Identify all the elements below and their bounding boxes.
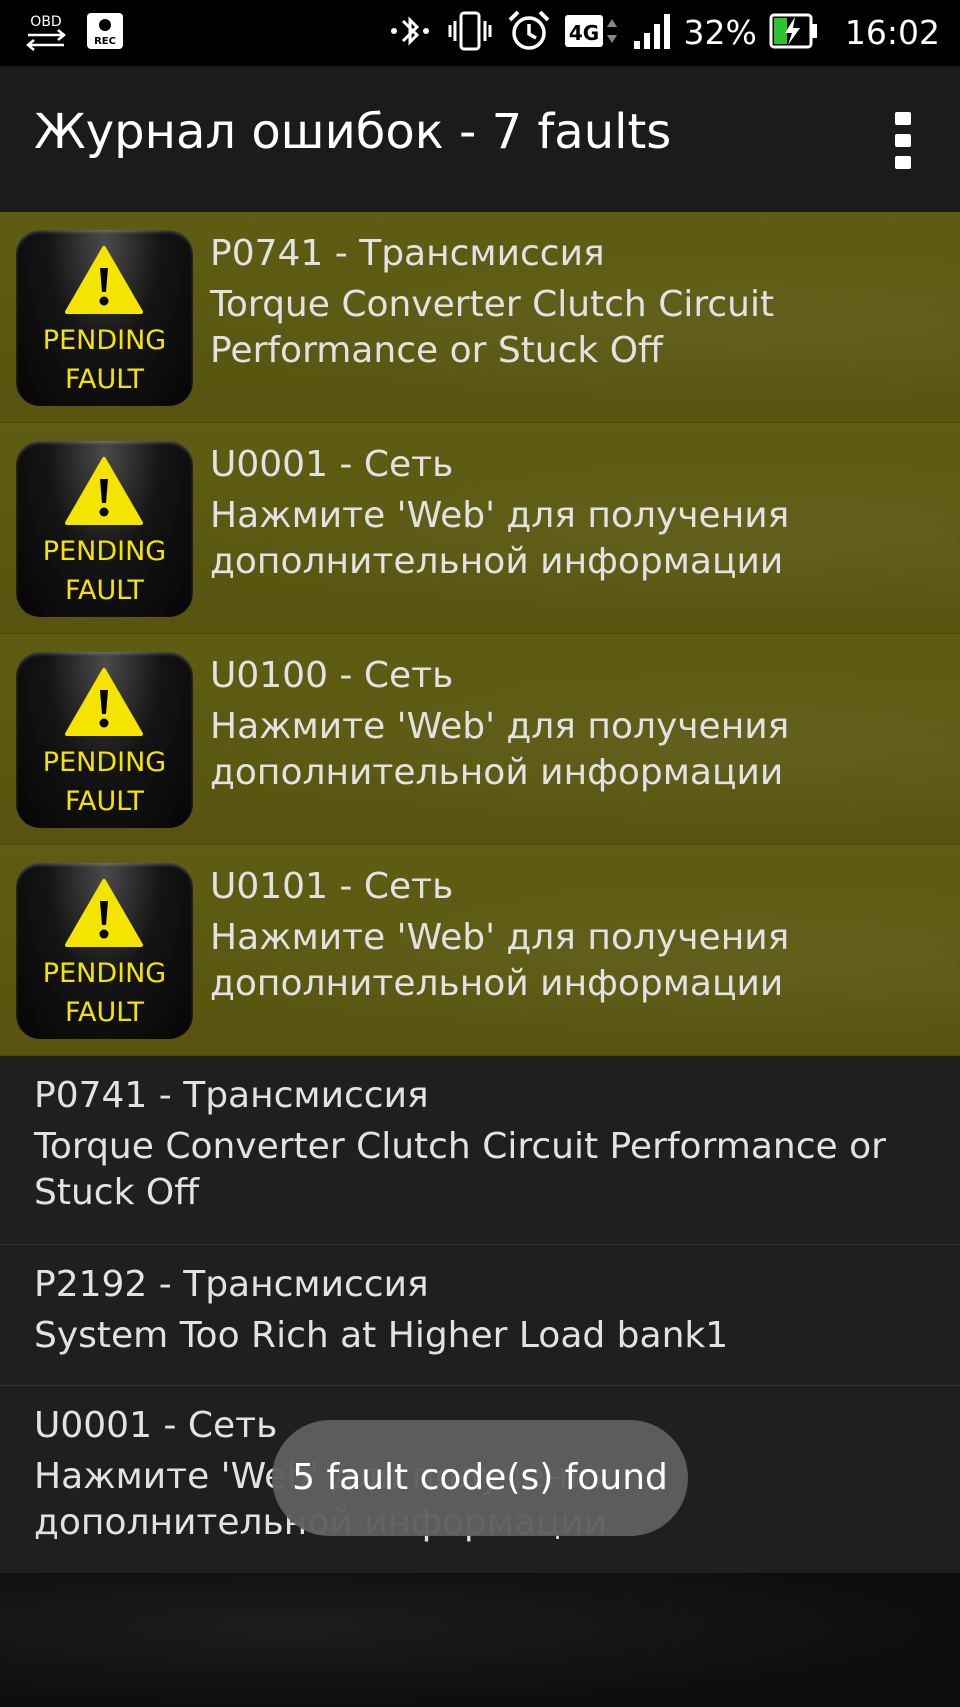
pending-fault-badge: PENDING FAULT	[16, 441, 193, 617]
fault-code: U0100 - Сеть	[210, 655, 454, 696]
fault-code: P0741 - Трансмиссия	[210, 233, 605, 274]
svg-text:REC: REC	[94, 36, 116, 47]
obd-icon: OBD	[24, 11, 68, 55]
warning-icon	[65, 879, 143, 947]
badge-text-fault: FAULT	[64, 786, 145, 817]
warning-icon	[65, 457, 143, 525]
stored-fault-row[interactable]: P0741 - Трансмиссия Torque Converter Clu…	[0, 1056, 960, 1245]
list-background	[0, 1573, 960, 1707]
battery-percent: 32%	[683, 13, 757, 52]
pending-fault-row[interactable]: PENDING FAULT P0741 - Трансмиссия Torque…	[0, 212, 960, 423]
fault-description: Нажмите 'Web' для получения дополнительн…	[210, 917, 790, 1004]
fault-code: P0741 - Трансмиссия	[34, 1075, 429, 1116]
stored-fault-row[interactable]: P2192 - Трансмиссия System Too Rich at H…	[0, 1245, 960, 1386]
action-bar: Журнал ошибок - 7 faults	[0, 66, 960, 212]
badge-text-fault: FAULT	[64, 997, 145, 1028]
fault-code: U0001 - Сеть	[210, 444, 454, 485]
toast-message: 5 fault code(s) found	[272, 1420, 688, 1536]
network-4g-icon: 4G	[564, 9, 620, 57]
pending-fault-row[interactable]: PENDING FAULT U0100 - Сеть Нажмите 'Web'…	[0, 634, 960, 845]
fault-code: U0101 - Сеть	[210, 866, 454, 907]
screen-record-icon: REC	[86, 12, 124, 54]
badge-text-pending: PENDING	[42, 958, 167, 989]
fault-description: Torque Converter Clutch Circuit Performa…	[34, 1126, 886, 1213]
status-bar: OBD REC 4G 32% 16:02	[0, 0, 960, 66]
signal-icon	[632, 11, 672, 55]
badge-text-pending: PENDING	[42, 325, 167, 356]
bluetooth-icon	[386, 11, 434, 55]
pending-fault-badge: PENDING FAULT	[16, 863, 193, 1039]
overflow-menu-button[interactable]	[886, 110, 920, 170]
fault-list: PENDING FAULT P0741 - Трансмиссия Torque…	[0, 212, 960, 1574]
warning-icon	[65, 246, 143, 314]
badge-text-fault: FAULT	[64, 364, 145, 395]
fault-code: P2192 - Трансмиссия	[34, 1264, 429, 1305]
alarm-icon	[506, 8, 552, 58]
svg-text:4G: 4G	[568, 21, 598, 45]
overflow-dot	[895, 156, 911, 169]
fault-description: Нажмите 'Web' для получения дополнительн…	[210, 495, 790, 582]
overflow-dot	[895, 112, 911, 125]
badge-text-pending: PENDING	[42, 747, 167, 778]
clock: 16:02	[844, 13, 940, 52]
svg-text:OBD: OBD	[30, 14, 61, 30]
overflow-dot	[895, 134, 911, 147]
vibrate-icon	[446, 9, 494, 57]
pending-fault-row[interactable]: PENDING FAULT U0101 - Сеть Нажмите 'Web'…	[0, 845, 960, 1056]
badge-text-pending: PENDING	[42, 536, 167, 567]
fault-description: System Too Rich at Higher Load bank1	[34, 1315, 729, 1356]
pending-fault-row[interactable]: PENDING FAULT U0001 - Сеть Нажмите 'Web'…	[0, 423, 960, 634]
pending-fault-badge: PENDING FAULT	[16, 230, 193, 406]
page-title: Журнал ошибок - 7 faults	[34, 104, 672, 160]
fault-description: Torque Converter Clutch Circuit Performa…	[210, 284, 775, 371]
fault-description: Нажмите 'Web' для получения дополнительн…	[210, 706, 790, 793]
badge-text-fault: FAULT	[64, 575, 145, 606]
pending-fault-badge: PENDING FAULT	[16, 652, 193, 828]
warning-icon	[65, 668, 143, 736]
battery-charging-icon	[769, 13, 819, 53]
fault-code: U0001 - Сеть	[34, 1405, 278, 1446]
